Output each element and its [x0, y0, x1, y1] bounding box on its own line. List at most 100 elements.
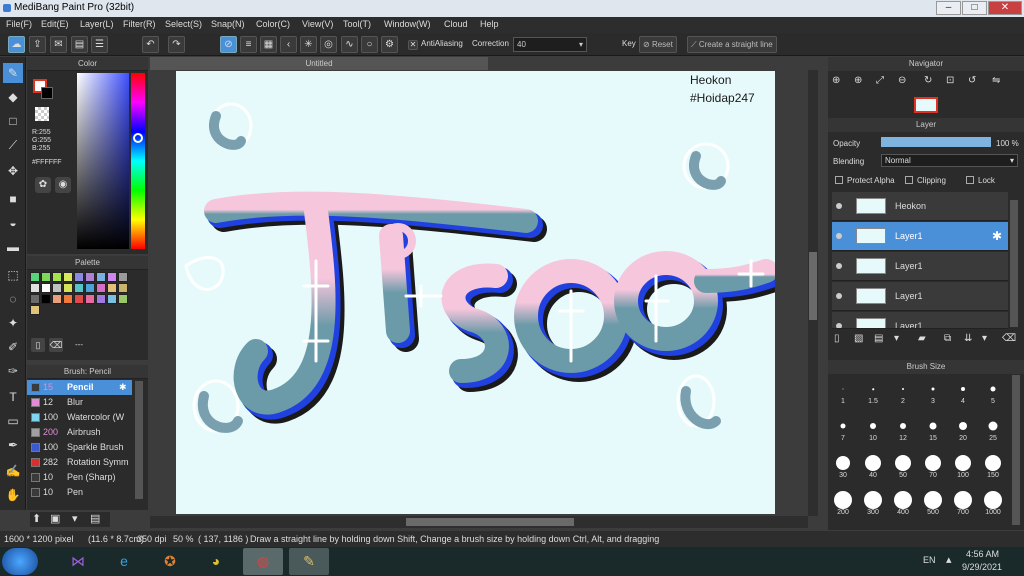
visibility-icon[interactable]: [836, 203, 842, 209]
undo-icon[interactable]: ↶: [142, 36, 159, 53]
menu-help[interactable]: Help: [480, 19, 499, 29]
palette-swatch[interactable]: [41, 272, 51, 282]
horizontal-scrollbar[interactable]: [150, 516, 808, 528]
palette-swatch[interactable]: [96, 272, 106, 282]
brush-size-option[interactable]: 1.5: [858, 377, 888, 407]
visual-studio-icon[interactable]: ⋈: [58, 548, 98, 575]
menu-cloud[interactable]: Cloud: [444, 19, 468, 29]
drawing-canvas[interactable]: Heokon #Hoidap247: [176, 71, 775, 514]
chrome-icon[interactable]: ◕: [196, 548, 236, 575]
zoom-in-icon[interactable]: ⊕: [832, 75, 840, 86]
menu-tool[interactable]: Tool(T): [343, 19, 371, 29]
brush-size-option[interactable]: 4: [948, 377, 978, 407]
new-8bit-layer-icon[interactable]: ▤: [874, 333, 883, 344]
brush-size-option[interactable]: 10: [858, 414, 888, 444]
grid-snap-icon[interactable]: ▦: [260, 36, 277, 53]
hue-slider-handle[interactable]: [133, 133, 143, 143]
menu-view[interactable]: View(V): [302, 19, 333, 29]
layer-properties-icon[interactable]: ▾: [982, 333, 987, 344]
layer-list-scrollbar[interactable]: [1010, 200, 1018, 327]
folder-icon[interactable]: ▰: [918, 333, 926, 344]
background-color-swatch[interactable]: [41, 87, 53, 99]
menu-snap[interactable]: Snap(N): [211, 19, 245, 29]
brush-size-option[interactable]: 15: [918, 414, 948, 444]
new-layer-icon[interactable]: ▯: [834, 333, 840, 344]
brush-size-option[interactable]: 7: [828, 414, 858, 444]
palette-swatch[interactable]: [74, 283, 84, 293]
tray-arrow-icon[interactable]: ▴: [946, 553, 952, 566]
brush-size-option[interactable]: 70: [918, 451, 948, 481]
bucket-tool-icon[interactable]: ◒: [3, 213, 23, 233]
brush-size-scrollbar[interactable]: [1012, 375, 1020, 525]
brush-size-option[interactable]: 3: [918, 377, 948, 407]
duplicate-layer-icon[interactable]: ⧉: [944, 333, 951, 344]
palette-swatch[interactable]: [85, 283, 95, 293]
palette-swatch[interactable]: [107, 272, 117, 282]
palette-swatch[interactable]: [63, 283, 73, 293]
brush-size-option[interactable]: 200: [828, 488, 858, 518]
zoom-in-2-icon[interactable]: ⊕: [854, 75, 862, 86]
paint-app-icon[interactable]: ✎: [289, 548, 329, 575]
curve-snap-icon[interactable]: ∿: [341, 36, 358, 53]
delete-layer-icon[interactable]: ⌫: [1002, 333, 1016, 344]
brush-size-option[interactable]: 40: [858, 451, 888, 481]
palette-swatch[interactable]: [52, 272, 62, 282]
palette-swatch[interactable]: [30, 283, 40, 293]
hue-slider[interactable]: [131, 73, 145, 249]
eyedropper-tool-icon[interactable]: ✒: [3, 435, 23, 455]
add-palette-icon[interactable]: ▯: [31, 338, 45, 352]
text-tool-icon[interactable]: T: [3, 387, 23, 407]
palette-swatch[interactable]: [74, 294, 84, 304]
parallel-snap-icon[interactable]: ≡: [240, 36, 257, 53]
lock-checkbox[interactable]: [966, 176, 974, 184]
menu-window[interactable]: Window(W): [384, 19, 431, 29]
correction-select[interactable]: 40 ▾: [513, 37, 587, 52]
menu-select[interactable]: Select(S): [165, 19, 202, 29]
brush-size-option[interactable]: 2: [888, 377, 918, 407]
maximize-button[interactable]: □: [962, 1, 987, 15]
visibility-icon[interactable]: [836, 233, 842, 239]
brush-item[interactable]: 12 Blur: [27, 395, 132, 410]
brush-item[interactable]: 282 Rotation Symm: [27, 455, 132, 470]
comment-icon[interactable]: ✉: [50, 36, 67, 53]
protect-alpha-checkbox[interactable]: [835, 176, 843, 184]
reset-view-icon[interactable]: ⊡: [946, 75, 954, 86]
internet-explorer-icon[interactable]: e: [104, 548, 144, 575]
menu-edit[interactable]: Edit(E): [41, 19, 69, 29]
vertical-scrollbar[interactable]: [808, 70, 818, 516]
zoom-out-icon[interactable]: ⊖: [898, 75, 906, 86]
brush-size-option[interactable]: 400: [888, 488, 918, 518]
move-tool-icon[interactable]: ✥: [3, 161, 23, 181]
brush-size-option[interactable]: 500: [918, 488, 948, 518]
circle-snap-icon[interactable]: ○: [361, 36, 378, 53]
palette-swatch[interactable]: [63, 272, 73, 282]
select-pen-tool-icon[interactable]: ✐: [3, 337, 23, 357]
brush-item[interactable]: 100 Sparkle Brush: [27, 440, 132, 455]
gear-icon[interactable]: ✱: [992, 229, 1002, 243]
list-icon[interactable]: ☰: [91, 36, 108, 53]
brush-size-option[interactable]: 1000: [978, 488, 1008, 518]
minimize-button[interactable]: –: [936, 1, 961, 15]
antialiasing-checkbox[interactable]: ✕: [408, 40, 418, 50]
brush-size-option[interactable]: 700: [948, 488, 978, 518]
vertical-scrollbar-thumb[interactable]: [809, 252, 817, 320]
coc-coc-browser-icon[interactable]: ✪: [150, 548, 190, 575]
close-button[interactable]: ✕: [988, 1, 1022, 15]
brush-item[interactable]: 100 Watercolor (W: [27, 410, 132, 425]
layer-row[interactable]: Layer1 ✱: [832, 222, 1008, 251]
language-indicator[interactable]: EN: [923, 555, 936, 565]
palette-swatch[interactable]: [118, 272, 128, 282]
add-brush-icon[interactable]: ⬆: [32, 512, 41, 525]
color-set-icon[interactable]: ◉: [55, 177, 71, 193]
gear-icon[interactable]: ✱: [119, 380, 127, 395]
layer-row[interactable]: Layer1: [832, 312, 1008, 329]
palette-swatch[interactable]: [85, 272, 95, 282]
opacity-slider[interactable]: [881, 137, 991, 147]
palette-swatch[interactable]: [30, 272, 40, 282]
layer-row[interactable]: Layer1: [832, 252, 1008, 281]
palette-swatch[interactable]: [30, 305, 40, 315]
brush-item[interactable]: 15 Pencil ✱: [27, 380, 132, 395]
flip-icon[interactable]: ⇋: [992, 75, 1000, 86]
palette-swatch[interactable]: [63, 294, 73, 304]
palette-swatch[interactable]: [96, 283, 106, 293]
